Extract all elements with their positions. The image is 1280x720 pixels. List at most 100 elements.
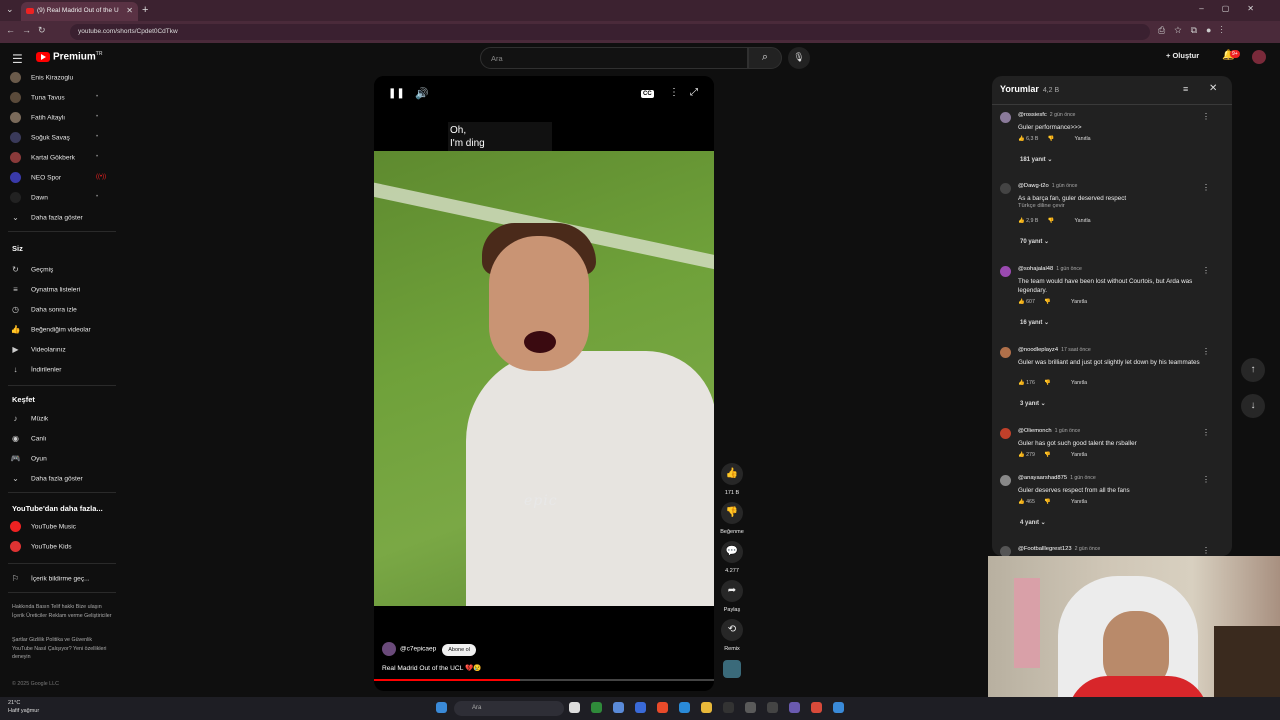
comment-time[interactable]: 1 gün önce — [1070, 475, 1096, 481]
nav-buttons[interactable]: ←→↻ — [6, 25, 53, 36]
commenter-name[interactable]: @Oliemonch — [1018, 428, 1052, 434]
search-input[interactable]: Ara — [480, 47, 748, 69]
translate-link[interactable]: Türkçe diline çevir — [1018, 203, 1065, 209]
thumbs-up-icon[interactable]: 👍 — [721, 463, 743, 485]
video-title[interactable]: Real Madrid Out of the UCL 💔😢 — [382, 664, 481, 672]
volume-icon[interactable]: 🔊 — [415, 87, 429, 100]
comment-like-icon[interactable]: 👍 — [1018, 380, 1026, 386]
back-icon[interactable]: ← — [6, 25, 22, 35]
bookmark-star-icon[interactable]: ☆ — [1174, 25, 1190, 35]
comment-like-icon[interactable]: 👍 — [1018, 136, 1026, 142]
captions-icon[interactable]: CC — [641, 90, 654, 98]
taskbar-app-icon[interactable] — [701, 702, 712, 713]
commenter-name[interactable]: @sohajalal48 — [1018, 266, 1053, 272]
url-field[interactable]: youtube.com/shorts/Cpdet0CdTkw — [70, 24, 1150, 40]
profile-icon[interactable]: ● — [1206, 25, 1220, 35]
comment-like-icon[interactable]: 👍 — [1018, 299, 1026, 305]
commenter-handle[interactable]: @noodleplayz4 17 saat önce — [1018, 347, 1091, 353]
footer-links-2[interactable]: Şartlar Gizlilik Politika ve Güvenlik Yo… — [12, 636, 112, 662]
start-windows-icon[interactable] — [436, 702, 447, 713]
taskbar-app-icon[interactable] — [745, 702, 756, 713]
comment-icon[interactable]: 💬 — [721, 541, 743, 563]
commenter-handle[interactable]: @Footballlegrest123 2 gün önce — [1018, 546, 1100, 552]
replies-toggle[interactable]: 16 yanıt ⌄ — [1020, 319, 1049, 326]
subscription-item[interactable]: Fatih Altaylı — [10, 112, 65, 123]
install-icon[interactable]: ⎙ — [1158, 25, 1174, 35]
reload-icon[interactable]: ↻ — [38, 25, 53, 35]
browser-toolbar-icons[interactable]: ⎙☆⧉●⋮ — [1158, 25, 1232, 36]
taskbar-app-icon[interactable] — [613, 702, 624, 713]
comment-more-icon[interactable]: ⋮ — [1202, 475, 1210, 484]
subscribe-button[interactable]: Abone ol — [442, 643, 476, 656]
taskbar-app-icon[interactable] — [569, 702, 580, 713]
comment-like-icon[interactable]: 👍 — [1018, 499, 1026, 505]
reply-button[interactable]: Yanıtla — [1075, 136, 1091, 142]
comment-time[interactable]: 2 gün önce — [1050, 112, 1076, 118]
comment-dislike-icon[interactable]: 👎 — [1043, 452, 1051, 458]
new-tab-button[interactable]: + — [142, 4, 148, 16]
comment-dislike-icon[interactable]: 👎 — [1046, 136, 1055, 142]
commenter-avatar[interactable] — [1000, 428, 1011, 439]
previous-short-button[interactable]: ↑ — [1241, 358, 1265, 382]
browser-menu-icon[interactable]: ⋮ — [1220, 25, 1231, 35]
comment-time[interactable]: 1 gün önce — [1055, 428, 1081, 434]
comment-time[interactable]: 2 gün önce — [1075, 546, 1101, 552]
you-item[interactable]: ◷ Daha sonra izle — [10, 304, 77, 315]
taskbar-app-icon[interactable] — [767, 702, 778, 713]
comment-more-icon[interactable]: ⋮ — [1202, 183, 1210, 192]
like-button[interactable]: 👍 171 B — [717, 463, 747, 496]
youtube-app-item[interactable]: YouTube Music — [10, 521, 76, 532]
commenter-handle[interactable]: @Oliemonch 1 gün önce — [1018, 428, 1080, 434]
comment-like-icon[interactable]: 👍 — [1018, 218, 1026, 224]
you-heading[interactable]: Siz — [12, 244, 23, 253]
taskbar-search[interactable]: Ara — [454, 701, 564, 716]
reply-button[interactable]: Yanıtla — [1071, 380, 1087, 386]
you-item[interactable]: 👍 Beğendiğim videolar — [10, 324, 91, 335]
subscription-item[interactable]: Dawn — [10, 192, 48, 203]
you-item[interactable]: ↓ İndirilenler — [10, 364, 62, 375]
subscription-item[interactable]: Kartal Gökberk — [10, 152, 75, 163]
youtube-app-item[interactable]: YouTube Kids — [10, 541, 72, 552]
commenter-avatar[interactable] — [1000, 347, 1011, 358]
reply-button[interactable]: Yanıtla — [1071, 299, 1087, 305]
commenter-avatar[interactable] — [1000, 266, 1011, 277]
comment-like-icon[interactable]: 👍 — [1018, 452, 1026, 458]
comment-more-icon[interactable]: ⋮ — [1202, 112, 1210, 121]
commenter-name[interactable]: @noodleplayz4 — [1018, 347, 1058, 353]
comment-more-icon[interactable]: ⋮ — [1202, 347, 1210, 356]
sound-thumbnail[interactable] — [723, 660, 741, 678]
voice-search-button[interactable]: 🎙 — [788, 47, 810, 69]
explore-item[interactable]: ♪ Müzik — [10, 413, 49, 424]
dislike-button[interactable]: 👎 Beğenme — [717, 502, 747, 535]
replies-toggle[interactable]: 70 yanıt ⌄ — [1020, 238, 1049, 245]
youtube-premium-logo[interactable]: PremiumTR — [36, 51, 102, 62]
extensions-icon[interactable]: ⧉ — [1191, 25, 1206, 35]
commenter-handle[interactable]: @sohajalal48 1 gün önce — [1018, 266, 1082, 272]
comment-dislike-icon[interactable]: 👎 — [1043, 380, 1051, 386]
replies-count[interactable]: 181 yanıt — [1020, 157, 1046, 163]
comment-time[interactable]: 17 saat önce — [1061, 347, 1091, 353]
thumbs-down-icon[interactable]: 👎 — [721, 502, 743, 524]
taskbar-app-icon[interactable] — [811, 702, 822, 713]
subscription-item[interactable]: Tuna Tavus — [10, 92, 65, 103]
taskbar-app-icon[interactable] — [679, 702, 690, 713]
close-tab-icon[interactable]: ✕ — [126, 6, 133, 15]
taskbar-app-icon[interactable] — [723, 702, 734, 713]
search-button[interactable]: ⌕ — [748, 47, 782, 69]
commenter-name[interactable]: @Footballlegrest123 — [1018, 546, 1072, 552]
you-item[interactable]: ≡ Oynatma listeleri — [10, 284, 80, 295]
taskbar-app-icon[interactable] — [635, 702, 646, 713]
browser-tab[interactable]: (9) Real Madrid Out of the U ✕ — [21, 2, 138, 21]
forward-icon[interactable]: → — [22, 25, 38, 35]
show-more-subscriptions[interactable]: ⌄ Daha fazla göster — [10, 212, 83, 223]
comment-more-icon[interactable]: ⋮ — [1202, 546, 1210, 555]
commenter-avatar[interactable] — [1000, 475, 1011, 486]
replies-count[interactable]: 3 yanıt — [1020, 401, 1039, 407]
comment-dislike-icon[interactable]: 👎 — [1043, 299, 1051, 305]
you-item[interactable]: ▶ Videolarınız — [10, 344, 65, 355]
replies-count[interactable]: 70 yanıt — [1020, 239, 1042, 245]
weather-widget[interactable]: 21°C Hafif yağmur — [8, 699, 39, 715]
create-button[interactable]: + Oluştur — [1166, 51, 1199, 60]
comment-dislike-icon[interactable]: 👎 — [1043, 499, 1051, 505]
taskbar-app-icon[interactable] — [657, 702, 668, 713]
